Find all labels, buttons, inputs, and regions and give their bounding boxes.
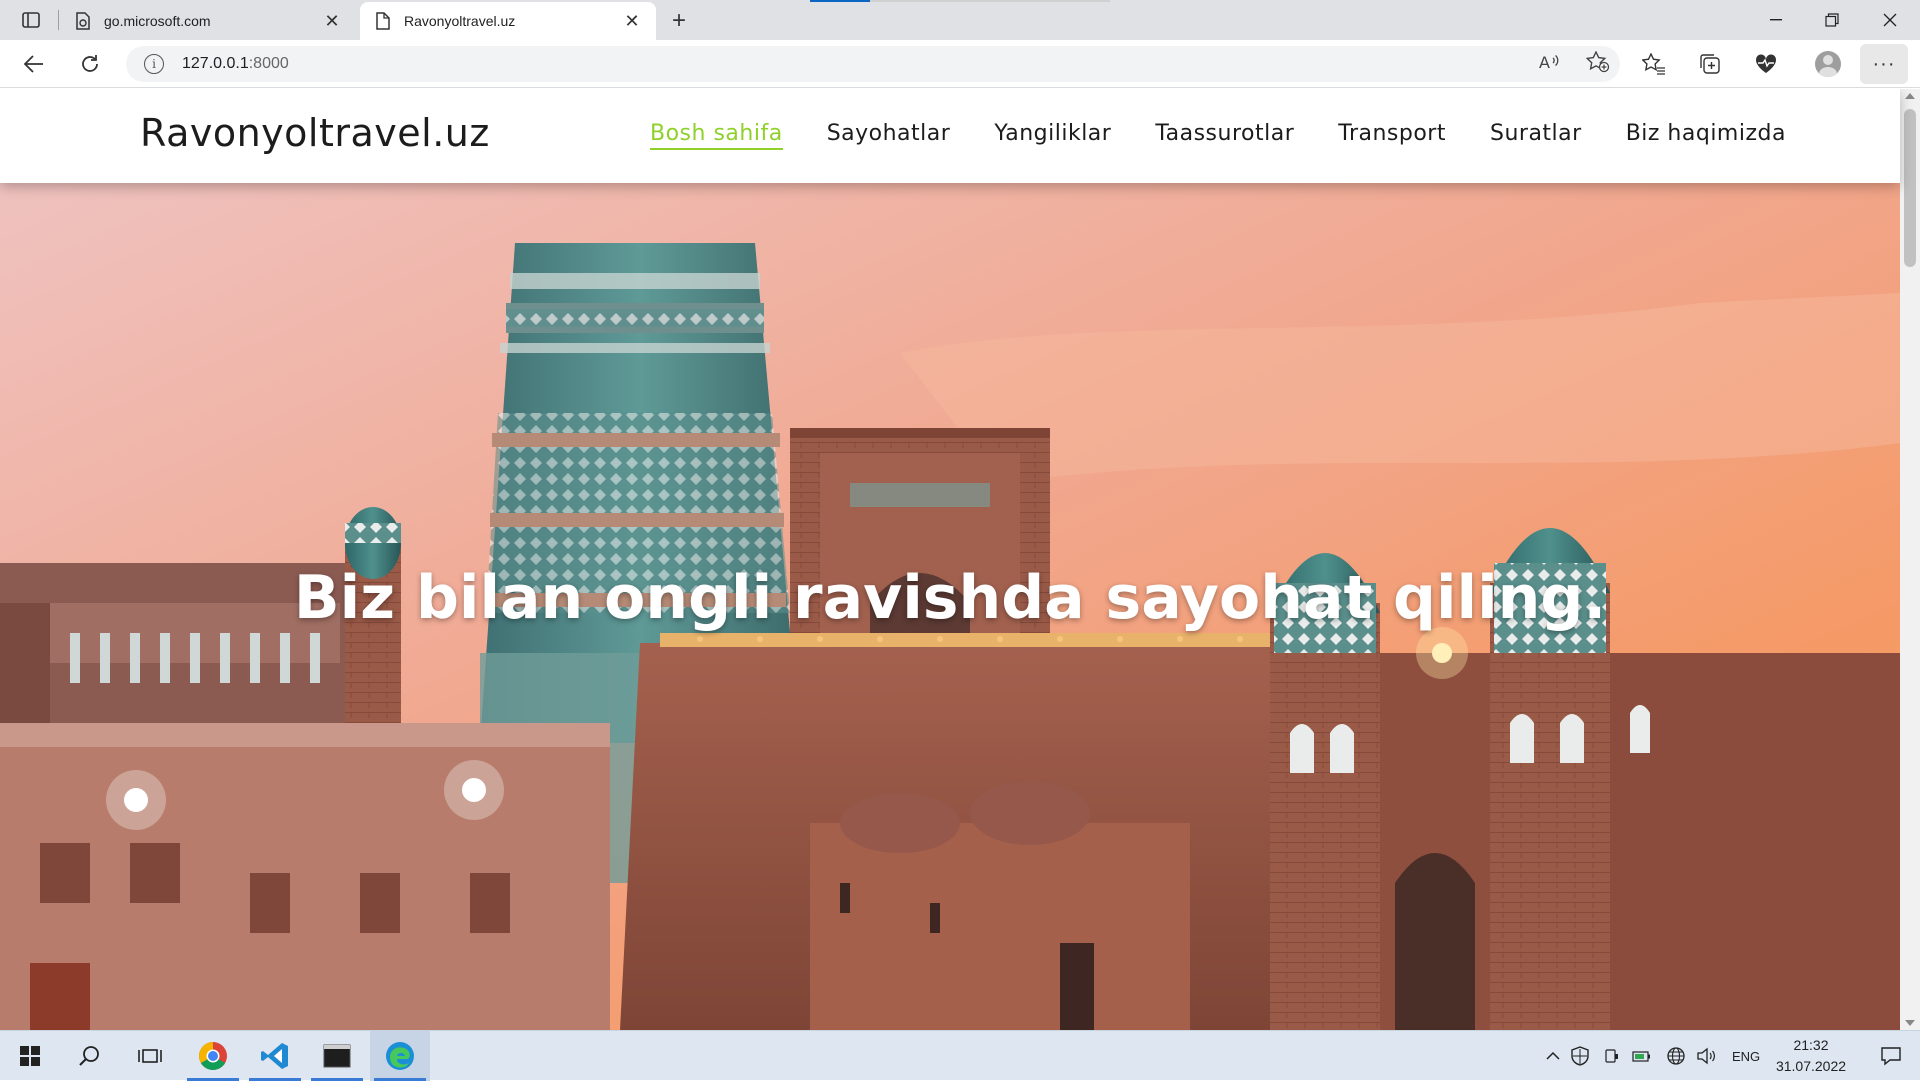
nav-link-transport[interactable]: Transport: [1338, 121, 1446, 150]
browser-essentials-icon[interactable]: [1748, 46, 1784, 82]
favorites-icon[interactable]: [1636, 46, 1672, 82]
speaker-icon: [1697, 1047, 1715, 1065]
notification-center-button[interactable]: [1866, 1031, 1916, 1081]
url-host: 127.0.0.1: [182, 55, 249, 72]
tab-title: go.microsoft.com: [104, 13, 211, 29]
tab-actions-icon[interactable]: [14, 8, 48, 32]
page-viewport: Ravonyoltravel.uz Bosh sahifa Sayohatlar…: [0, 89, 1920, 1030]
url-port: :8000: [248, 55, 289, 72]
site-info-icon[interactable]: i: [144, 54, 164, 74]
nav-link-bosh-sahifa[interactable]: Bosh sahifa: [650, 121, 783, 150]
page-favicon-icon: [74, 12, 92, 30]
taskbar-app-chrome[interactable]: [183, 1031, 243, 1081]
network-tray-icon[interactable]: [1666, 1031, 1686, 1081]
volume-tray-icon[interactable]: [1696, 1031, 1716, 1081]
tab-divider: [58, 10, 59, 30]
chevron-up-icon: [1546, 1051, 1560, 1060]
shield-icon: [1571, 1046, 1589, 1066]
task-view-button[interactable]: [120, 1031, 180, 1081]
site-header: Ravonyoltravel.uz Bosh sahifa Sayohatlar…: [0, 89, 1900, 183]
windows-taskbar: ENG 21:32 31.07.2022: [0, 1030, 1920, 1081]
terminal-icon: [323, 1044, 351, 1068]
chrome-icon: [199, 1042, 227, 1070]
document-icon: [374, 12, 392, 30]
security-tray-icon[interactable]: [1570, 1031, 1590, 1081]
nav-link-suratlar[interactable]: Suratlar: [1490, 121, 1582, 150]
close-window-button[interactable]: [1862, 0, 1918, 40]
svg-text:A: A: [1539, 53, 1550, 72]
taskbar-app-terminal[interactable]: [307, 1031, 367, 1081]
tab-go-microsoft[interactable]: go.microsoft.com ✕: [60, 2, 356, 40]
restore-button[interactable]: [1804, 0, 1860, 40]
vscode-icon: [261, 1043, 288, 1069]
browser-toolbar: i 127.0.0.1:8000 A ···: [0, 40, 1920, 88]
notification-icon: [1881, 1047, 1901, 1066]
battery-icon: [1632, 1051, 1650, 1062]
taskbar-app-edge[interactable]: [370, 1031, 430, 1081]
nav-link-sayohatlar[interactable]: Sayohatlar: [827, 121, 951, 150]
windows-logo-icon: [20, 1046, 40, 1066]
clock-time: 21:32: [1793, 1037, 1829, 1053]
address-url[interactable]: 127.0.0.1:8000: [182, 55, 289, 73]
taskbar-clock[interactable]: 21:32 31.07.2022: [1766, 1035, 1856, 1077]
back-button[interactable]: [16, 46, 52, 82]
collections-icon[interactable]: [1692, 46, 1728, 82]
show-hidden-icons-button[interactable]: [1546, 1031, 1560, 1081]
globe-icon: [1667, 1047, 1685, 1065]
hero-title: Biz bilan ongli ravishda sayohat qiling.: [293, 563, 1607, 633]
hero-banner: Biz bilan ongli ravishda sayohat qiling.: [0, 183, 1900, 1030]
read-aloud-icon[interactable]: A: [1538, 52, 1560, 77]
minimize-button[interactable]: [1748, 0, 1804, 40]
search-icon: [79, 1046, 99, 1066]
task-view-icon: [138, 1049, 162, 1063]
profile-avatar-icon[interactable]: [1810, 46, 1846, 82]
tab-close-icon[interactable]: ✕: [322, 11, 342, 31]
new-tab-button[interactable]: +: [664, 6, 694, 36]
start-button[interactable]: [0, 1031, 60, 1081]
browser-tab-strip: go.microsoft.com ✕ Ravonyoltravel.uz ✕ +: [0, 0, 1920, 40]
input-language-indicator[interactable]: ENG: [1732, 1031, 1760, 1081]
address-bar[interactable]: i 127.0.0.1:8000 A: [126, 46, 1620, 82]
tab-close-icon[interactable]: ✕: [622, 11, 642, 31]
battery-tray-icon[interactable]: [1632, 1031, 1652, 1081]
search-button[interactable]: [60, 1031, 120, 1081]
settings-more-button[interactable]: ···: [1860, 44, 1908, 84]
main-navigation: Bosh sahifa Sayohatlar Yangiliklar Taass…: [650, 121, 1786, 150]
scroll-down-arrow-icon[interactable]: [1905, 1020, 1915, 1026]
site-logo[interactable]: Ravonyoltravel.uz: [140, 111, 490, 155]
taskbar-app-vscode[interactable]: [245, 1031, 305, 1081]
scrollbar-thumb[interactable]: [1904, 109, 1916, 267]
nav-link-yangiliklar[interactable]: Yangiliklar: [994, 121, 1111, 150]
clock-date: 31.07.2022: [1775, 1058, 1847, 1074]
tab-title: Ravonyoltravel.uz: [404, 13, 516, 29]
loading-indicator: [810, 0, 1110, 2]
reload-button[interactable]: [72, 46, 108, 82]
tab-ravonyoltravel[interactable]: Ravonyoltravel.uz ✕: [360, 2, 656, 40]
edge-icon: [386, 1042, 414, 1070]
page-scrollbar[interactable]: [1900, 89, 1920, 1030]
add-favorite-icon[interactable]: [1585, 49, 1610, 78]
nav-link-biz-haqimizda[interactable]: Biz haqimizda: [1626, 121, 1786, 150]
meet-now-tray-icon[interactable]: [1604, 1031, 1620, 1081]
nav-link-taassurotlar[interactable]: Taassurotlar: [1155, 121, 1294, 150]
scroll-up-arrow-icon[interactable]: [1905, 93, 1915, 99]
device-icon: [1605, 1049, 1618, 1063]
